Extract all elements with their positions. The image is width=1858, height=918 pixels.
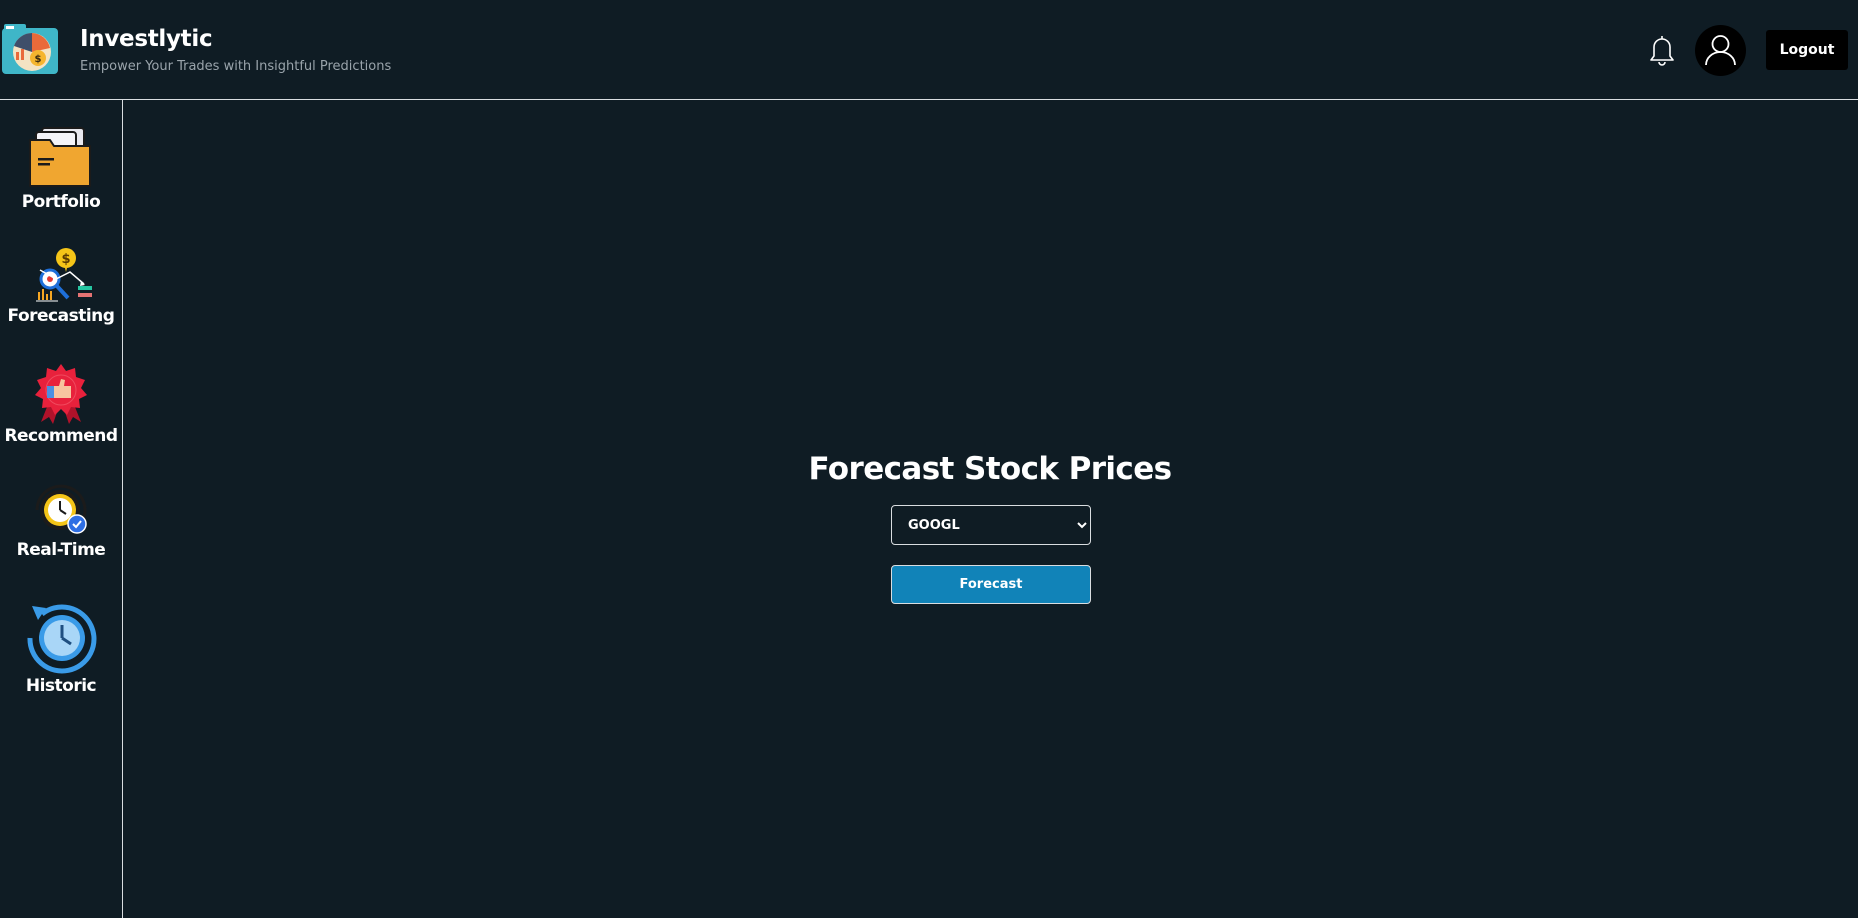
svg-text:$: $ [35,54,42,65]
ticker-select[interactable]: GOOGL [891,505,1091,545]
forecasting-chart-icon: $ [36,248,92,302]
sidebar: Portfolio $ Forecasting Recommend Real-T… [0,100,123,918]
sidebar-item-forecasting[interactable]: $ Forecasting [0,246,122,326]
historic-clock-icon [27,604,97,674]
user-avatar-icon[interactable] [1695,25,1746,76]
app-title: Investlytic [80,26,213,52]
sidebar-item-label: Recommend [4,426,118,446]
page-title: Forecast Stock Prices [808,451,1172,487]
sidebar-item-portfolio[interactable]: Portfolio [0,126,122,212]
portfolio-folder-icon [29,127,91,187]
app-header: $ Investlytic Empower Your Trades with I… [0,0,1858,100]
app-logo-icon[interactable]: $ [2,24,60,76]
app-tagline: Empower Your Trades with Insightful Pred… [80,59,392,74]
svg-text:$: $ [61,252,70,267]
forecast-button[interactable]: Forecast [891,565,1091,604]
sidebar-item-realtime[interactable]: Real-Time [0,482,122,560]
recommend-badge-icon [35,364,87,424]
sidebar-item-label: Portfolio [21,192,101,212]
bell-icon[interactable] [1646,33,1678,67]
sidebar-item-label: Real-Time [16,540,106,560]
sidebar-item-recommend[interactable]: Recommend [0,362,122,446]
logout-button[interactable]: Logout [1766,30,1848,70]
sidebar-item-label: Forecasting [7,306,115,326]
realtime-clock-icon [35,484,87,534]
sidebar-item-label: Historic [25,676,97,696]
sidebar-item-historic[interactable]: Historic [0,600,122,696]
